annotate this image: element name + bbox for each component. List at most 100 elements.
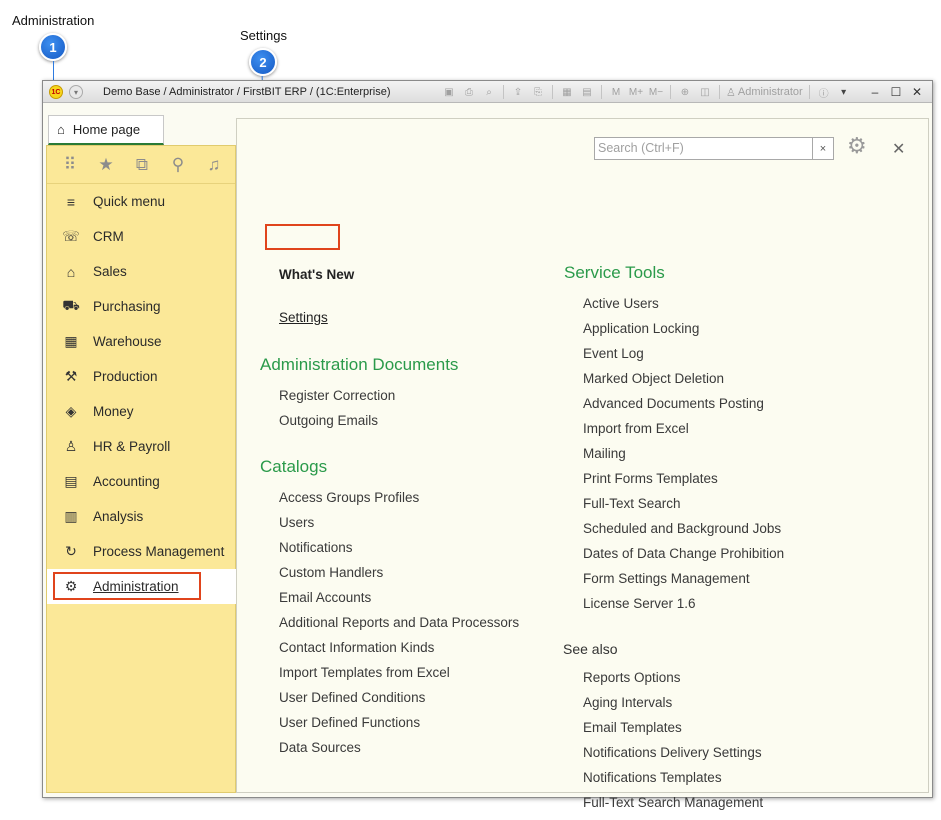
- list-item[interactable]: Notifications Templates: [583, 770, 763, 795]
- list-item[interactable]: Advanced Documents Posting: [583, 396, 784, 421]
- sidebar: ⠿ ★ ⧉ ⚲ ♫ ≡ Quick menu ☏ CRM ⌂ Sales ⛟ Purchasi…: [46, 145, 237, 793]
- sidebar-item-sales[interactable]: ⌂ Sales: [47, 254, 235, 289]
- list-item[interactable]: Scheduled and Background Jobs: [583, 521, 784, 546]
- list-item[interactable]: Event Log: [583, 346, 784, 371]
- title-toolbar: ▣ ⎙ ⌕ ⇪ ⎘ ▦ ▤ M M+ M− ⊕ ◫ ♙ Administrator…: [441, 84, 852, 100]
- list-item[interactable]: Data Sources: [279, 740, 519, 765]
- close-window-button[interactable]: ✕: [909, 84, 925, 100]
- list-item[interactable]: Reports Options: [583, 670, 763, 695]
- zoom-icon[interactable]: ⊕: [677, 84, 693, 100]
- save-icon[interactable]: ▣: [441, 84, 457, 100]
- sidebar-item-label: Process Management: [93, 544, 225, 559]
- list-item[interactable]: Custom Handlers: [279, 565, 519, 590]
- list-item[interactable]: Active Users: [583, 296, 784, 321]
- sidebar-item-label: Analysis: [93, 509, 144, 524]
- main-menu-icon[interactable]: ▾: [69, 85, 83, 99]
- sidebar-item-icon: ▤: [64, 473, 78, 489]
- highlight-box-administration: [53, 572, 201, 600]
- sidebar-item-process-management[interactable]: ↻ Process Management: [47, 534, 235, 569]
- sidebar-item-icon: ▦: [64, 333, 78, 349]
- search-icon[interactable]: ⚲: [163, 152, 193, 178]
- bell-icon[interactable]: ♫: [199, 152, 229, 178]
- catalogs-heading: Catalogs: [260, 457, 328, 476]
- sidebar-item-label: Warehouse: [93, 334, 162, 349]
- close-icon[interactable]: ✕: [892, 139, 905, 159]
- list-item[interactable]: Email Templates: [583, 720, 763, 745]
- sidebar-item-money[interactable]: ◈ Money: [47, 394, 235, 429]
- calendar-icon[interactable]: ▤: [579, 84, 595, 100]
- sidebar-item-icon: ▥: [64, 508, 78, 524]
- list-item[interactable]: Import from Excel: [583, 421, 784, 446]
- sidebar-item-icon: ⚒: [64, 368, 78, 384]
- list-item[interactable]: Full-Text Search Management: [583, 795, 763, 820]
- list-item[interactable]: Email Accounts: [279, 590, 519, 615]
- sidebar-item-label: Sales: [93, 264, 127, 279]
- sidebar-item-icon: ↻: [65, 543, 77, 559]
- sidebar-item-label: Accounting: [93, 474, 160, 489]
- chevron-down-icon[interactable]: ▾: [836, 84, 852, 100]
- tab-home-page[interactable]: ⌂ Home page: [48, 115, 164, 145]
- memory-plus-icon[interactable]: M+: [628, 84, 644, 100]
- sidebar-item-label: Quick menu: [93, 194, 166, 209]
- search-clear-button[interactable]: ×: [812, 137, 834, 160]
- list-item[interactable]: Import Templates from Excel: [279, 665, 519, 690]
- list-item[interactable]: Additional Reports and Data Processors: [279, 615, 519, 640]
- calculator-icon[interactable]: ▦: [559, 84, 575, 100]
- minimize-button[interactable]: –: [867, 84, 883, 100]
- gear-icon[interactable]: ⚙: [847, 133, 867, 159]
- memory-icon[interactable]: M: [608, 84, 624, 100]
- list-item[interactable]: Print Forms Templates: [583, 471, 784, 496]
- sidebar-item-label: CRM: [93, 229, 124, 244]
- sidebar-item-warehouse[interactable]: ▦ Warehouse: [47, 324, 235, 359]
- annotation-badge-2: 2: [249, 48, 277, 76]
- list-item[interactable]: Notifications: [279, 540, 519, 565]
- sidebar-item-purchasing[interactable]: ⛟ Purchasing: [47, 289, 235, 324]
- user-icon: ♙: [726, 86, 736, 99]
- whats-new-heading[interactable]: What's New: [279, 267, 354, 282]
- sidebar-item-hr-payroll[interactable]: ♙ HR & Payroll: [47, 429, 235, 464]
- history-icon[interactable]: ⧉: [127, 152, 157, 178]
- current-user[interactable]: ♙ Administrator: [726, 86, 803, 99]
- tab-bar: ⌂ Home page: [43, 103, 236, 145]
- list-item[interactable]: User Defined Functions: [279, 715, 519, 740]
- title-bar: 1С ▾ Demo Base / Administrator / FirstBI…: [43, 81, 932, 103]
- sidebar-item-production[interactable]: ⚒ Production: [47, 359, 235, 394]
- annotation-label-settings: Settings: [240, 28, 287, 43]
- sidebar-toolbar: ⠿ ★ ⧉ ⚲ ♫: [47, 146, 235, 184]
- info-icon[interactable]: ⓘ: [816, 84, 832, 100]
- print-preview-icon[interactable]: ⌕: [481, 84, 497, 100]
- sidebar-item-accounting[interactable]: ▤ Accounting: [47, 464, 235, 499]
- list-item[interactable]: User Defined Conditions: [279, 690, 519, 715]
- list-item[interactable]: Full-Text Search: [583, 496, 784, 521]
- list-item[interactable]: Dates of Data Change Prohibition: [583, 546, 784, 571]
- list-item[interactable]: Mailing: [583, 446, 784, 471]
- apps-grid-icon[interactable]: ⠿: [55, 152, 85, 178]
- list-item[interactable]: Outgoing Emails: [279, 413, 395, 438]
- download-icon[interactable]: ⎘: [530, 84, 546, 100]
- sidebar-item-quick-menu[interactable]: ≡ Quick menu: [47, 184, 235, 219]
- list-item[interactable]: Contact Information Kinds: [279, 640, 519, 665]
- list-item[interactable]: Access Groups Profiles: [279, 490, 519, 515]
- search-input[interactable]: Search (Ctrl+F): [594, 137, 813, 160]
- sidebar-item-crm[interactable]: ☏ CRM: [47, 219, 235, 254]
- layout-icon[interactable]: ◫: [697, 84, 713, 100]
- maximize-button[interactable]: ☐: [888, 84, 904, 100]
- settings-link[interactable]: Settings: [279, 310, 328, 325]
- app-window: 1С ▾ Demo Base / Administrator / FirstBI…: [42, 80, 933, 810]
- sidebar-item-analysis[interactable]: ▥ Analysis: [47, 499, 235, 534]
- list-item[interactable]: Form Settings Management: [583, 571, 784, 596]
- list-item[interactable]: Notifications Delivery Settings: [583, 745, 763, 770]
- memory-minus-icon[interactable]: M−: [648, 84, 664, 100]
- list-item[interactable]: License Server 1.6: [583, 596, 784, 621]
- highlight-box-settings: [265, 224, 340, 250]
- star-icon[interactable]: ★: [91, 152, 121, 178]
- list-item[interactable]: Register Correction: [279, 388, 395, 413]
- list-item[interactable]: Marked Object Deletion: [583, 371, 784, 396]
- upload-icon[interactable]: ⇪: [510, 84, 526, 100]
- sidebar-item-icon: ☏: [62, 228, 80, 244]
- sidebar-item-label: Purchasing: [93, 299, 161, 314]
- list-item[interactable]: Application Locking: [583, 321, 784, 346]
- list-item[interactable]: Users: [279, 515, 519, 540]
- print-icon[interactable]: ⎙: [461, 84, 477, 100]
- list-item[interactable]: Aging Intervals: [583, 695, 763, 720]
